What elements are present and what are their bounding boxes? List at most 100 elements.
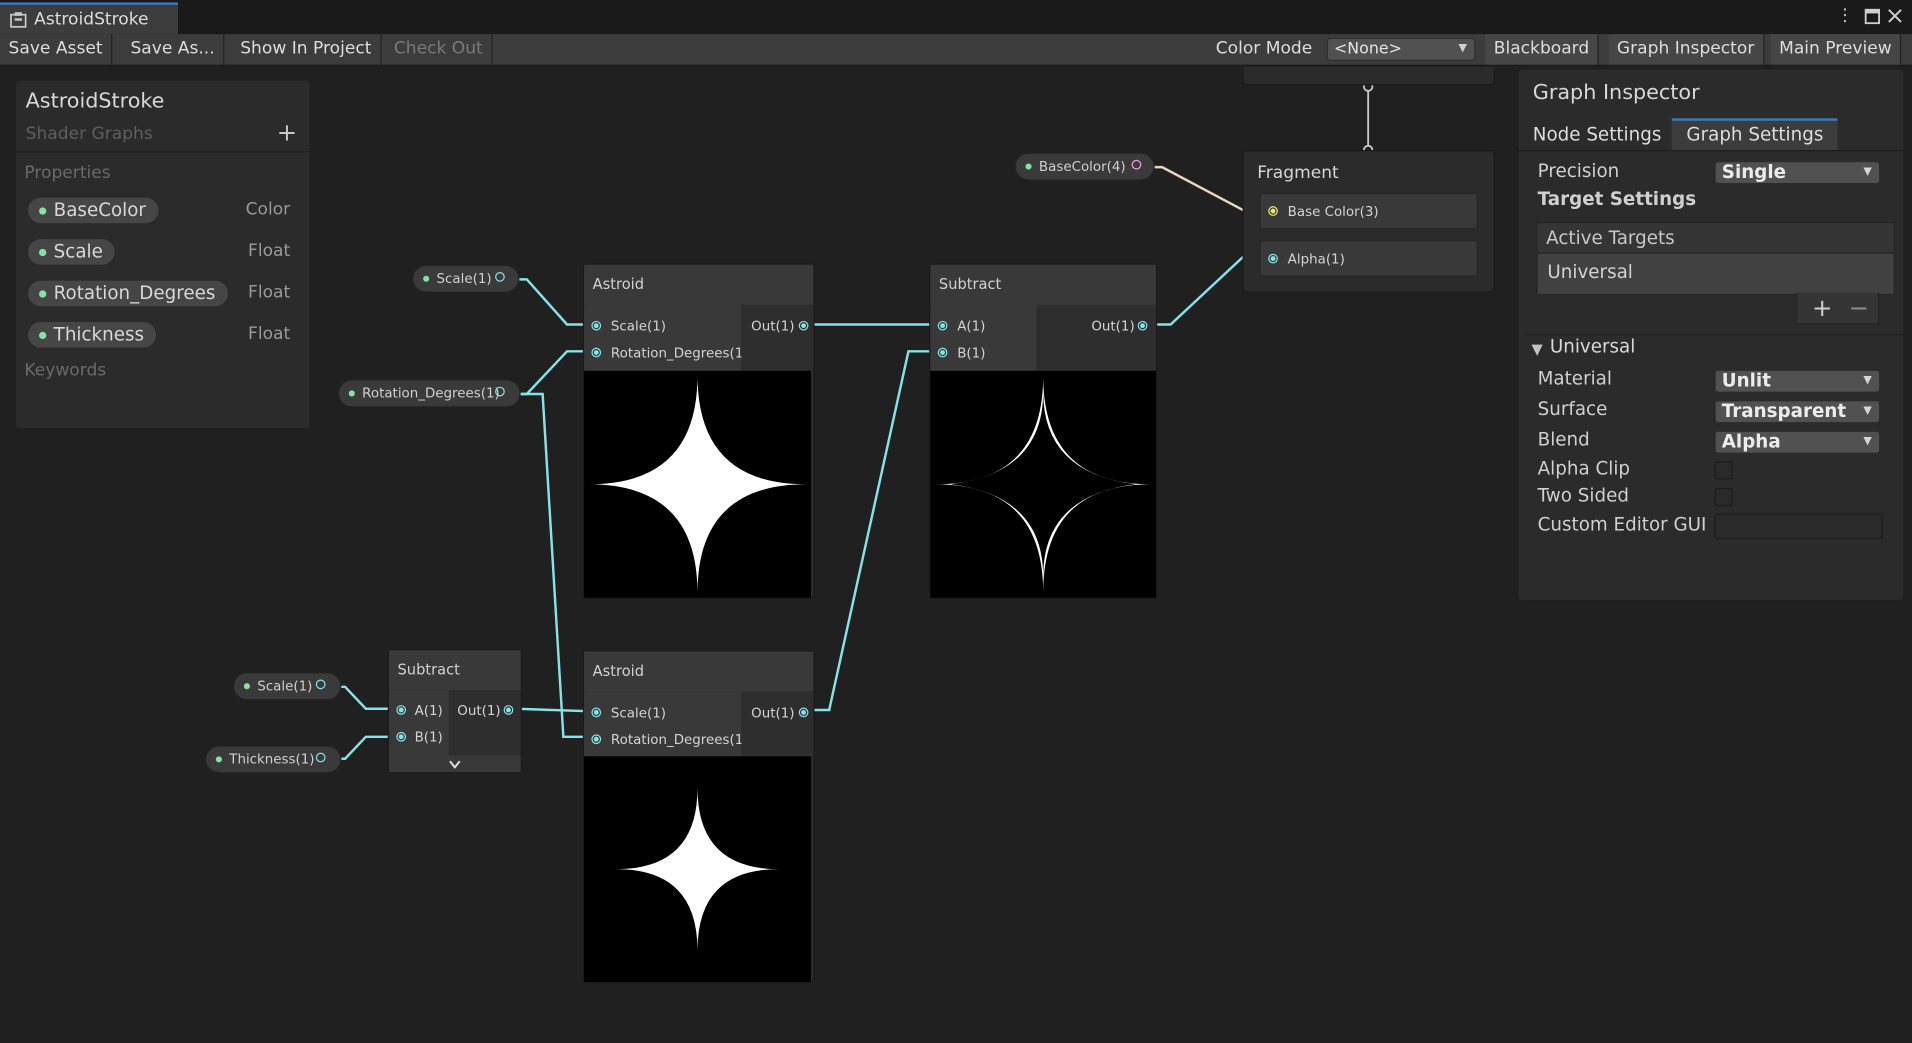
blend-dropdown[interactable]: Alpha ▼	[1714, 430, 1881, 454]
list-footer: + −	[1796, 292, 1880, 325]
property-node-rotation-degrees[interactable]: Rotation_Degrees(1)	[337, 379, 521, 408]
custom-editor-gui-field[interactable]	[1714, 513, 1883, 540]
node-header[interactable]: Subtract	[388, 650, 521, 692]
output-port[interactable]	[798, 707, 809, 718]
subtract-node[interactable]: Subtract A(1) B(1) Out(1)	[929, 263, 1158, 599]
output-port[interactable]	[503, 705, 514, 715]
node-header[interactable]: Astroid	[584, 651, 814, 693]
output-port[interactable]	[798, 320, 809, 331]
node-header[interactable]: Astroid	[584, 264, 814, 307]
tab-node-settings[interactable]: Node Settings	[1518, 118, 1676, 150]
output-port[interactable]	[315, 752, 326, 763]
chevron-down-icon: ▼	[1863, 374, 1872, 387]
property-type: Color	[245, 200, 291, 220]
alpha-clip-checkbox[interactable]	[1714, 461, 1733, 480]
output-port[interactable]	[495, 272, 505, 282]
node-preview	[584, 370, 811, 598]
astroid-preview-image	[588, 375, 807, 594]
output-ports: Out(1)	[741, 691, 814, 757]
input-port-scale[interactable]	[591, 707, 602, 718]
input-port-alpha[interactable]	[1268, 253, 1278, 264]
blend-label: Blend	[1537, 428, 1590, 451]
output-port[interactable]	[315, 679, 326, 690]
foldout-triangle-icon[interactable]: ▼	[1532, 340, 1543, 357]
chevron-down-icon: ▼	[1863, 435, 1872, 448]
expand-preview-button[interactable]	[388, 755, 521, 773]
vertex-fragment-link	[1362, 81, 1374, 156]
port-label: B(1)	[414, 729, 443, 746]
vertex-context-stub[interactable]	[1242, 67, 1495, 86]
subtract-node[interactable]: Subtract A(1) B(1) Out(1)	[387, 648, 522, 774]
port-label: Rotation_Degrees(1)	[610, 345, 749, 362]
universal-section-label[interactable]: Universal	[1550, 335, 1635, 357]
output-ports: Out(1)	[448, 690, 521, 756]
property-thickness[interactable]: Thickness	[26, 320, 158, 349]
node-header[interactable]: Subtract	[930, 264, 1156, 307]
properties-section-label: Properties	[24, 163, 111, 183]
list-item[interactable]: Universal	[1547, 261, 1632, 283]
port-label: Scale(1)	[610, 705, 667, 721]
node-preview	[584, 756, 811, 983]
property-basecolor[interactable]: BaseColor	[26, 196, 160, 225]
alpha-block[interactable]: Alpha(1)	[1259, 240, 1478, 277]
astroid-stroke-preview-image	[934, 375, 1152, 593]
material-dropdown[interactable]: Unlit ▼	[1714, 369, 1881, 393]
port-label: B(1)	[957, 345, 986, 362]
property-node-scale[interactable]: Scale(1)	[232, 672, 342, 701]
blackboard-subtitle: Shader Graphs	[25, 124, 153, 144]
port-label: Scale(1)	[610, 318, 667, 335]
port-label: Out(1)	[457, 702, 501, 719]
precision-label: Precision	[1537, 159, 1620, 182]
property-node-thickness[interactable]: Thickness(1)	[204, 745, 342, 774]
input-port-rotation[interactable]	[591, 347, 602, 358]
property-rotation-degrees[interactable]: Rotation_Degrees	[26, 279, 229, 308]
property-dot-icon	[348, 390, 355, 397]
output-port[interactable]	[1131, 159, 1142, 170]
property-name: BaseColor	[53, 198, 146, 221]
blend-value: Alpha	[1721, 430, 1781, 453]
input-ports: A(1) B(1)	[388, 690, 449, 756]
surface-dropdown[interactable]: Transparent ▼	[1714, 400, 1881, 424]
fragment-title: Fragment	[1257, 163, 1339, 183]
divider	[1518, 150, 1904, 152]
material-label: Material	[1537, 367, 1612, 390]
input-port-scale[interactable]	[591, 320, 602, 331]
astroid-node[interactable]: Astroid Scale(1) Rotation_Degrees(1) Out…	[582, 650, 815, 984]
base-color-block[interactable]: Base Color(3)	[1259, 192, 1478, 230]
astroid-preview-image	[616, 787, 779, 951]
alpha-clip-label: Alpha Clip	[1537, 457, 1631, 480]
property-node-label: BaseColor(4)	[1038, 158, 1126, 175]
output-port[interactable]	[495, 386, 505, 397]
port-label: Out(1)	[1091, 318, 1135, 335]
input-port-b[interactable]	[937, 347, 948, 358]
tab-graph-settings[interactable]: Graph Settings	[1671, 118, 1839, 151]
property-node-basecolor[interactable]: BaseColor(4)	[1014, 152, 1155, 181]
output-ports: Out(1)	[1036, 304, 1156, 371]
block-label: Base Color(3)	[1287, 203, 1379, 220]
fragment-context[interactable]: Fragment Base Color(3) Alpha(1)	[1242, 150, 1495, 293]
target-settings-heading: Target Settings	[1537, 187, 1697, 210]
property-scale[interactable]: Scale	[26, 237, 117, 266]
blackboard-panel[interactable]: AstroidStroke Shader Graphs + Properties…	[14, 79, 311, 430]
property-node-label: Scale(1)	[257, 678, 313, 695]
precision-dropdown[interactable]: Single ▼	[1714, 161, 1881, 185]
input-ports: A(1) B(1)	[930, 304, 1037, 371]
input-port-base-color[interactable]	[1268, 206, 1278, 216]
property-node-scale[interactable]: Scale(1)	[412, 264, 520, 293]
remove-target-icon[interactable]: −	[1849, 293, 1869, 322]
two-sided-checkbox[interactable]	[1714, 487, 1733, 507]
input-port-a[interactable]	[937, 320, 948, 331]
input-port-rotation[interactable]	[591, 734, 602, 745]
surface-label: Surface	[1537, 397, 1608, 420]
input-port-b[interactable]	[396, 731, 407, 742]
property-node-label: Thickness(1)	[229, 751, 315, 768]
add-property-icon[interactable]: +	[277, 117, 297, 146]
chevron-down-icon	[449, 760, 461, 769]
property-dot-icon	[39, 207, 47, 215]
graph-inspector-panel[interactable]: Graph Inspector Node Settings Graph Sett…	[1516, 68, 1905, 602]
output-port[interactable]	[1137, 320, 1148, 331]
active-targets-list[interactable]: Active Targets Universal	[1536, 222, 1895, 296]
input-port-a[interactable]	[396, 705, 407, 715]
add-target-icon[interactable]: +	[1812, 293, 1832, 322]
astroid-node[interactable]: Astroid Scale(1) Rotation_Degrees(1) Out…	[582, 263, 815, 599]
